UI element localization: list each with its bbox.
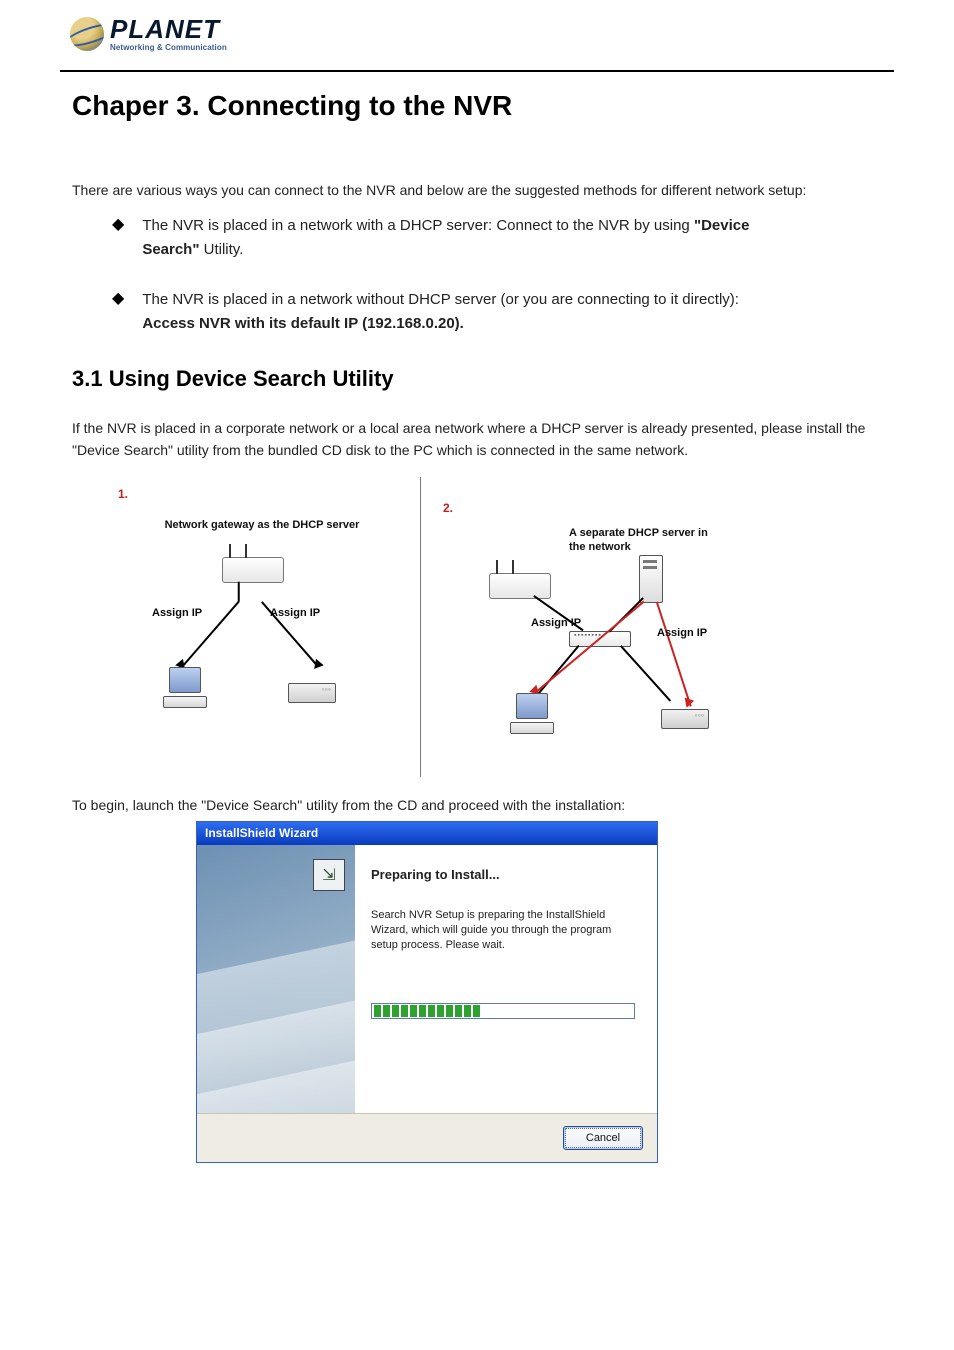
diamond-bullet-icon: ◆	[112, 288, 124, 310]
router-icon	[489, 573, 551, 599]
cancel-button[interactable]: Cancel	[563, 1126, 643, 1150]
pc-icon	[509, 693, 555, 733]
bullet-text-pre: The NVR is placed in a network with a DH…	[142, 217, 694, 234]
bullet-list: ◆ The NVR is placed in a network with a …	[112, 214, 894, 336]
logo-globe-icon	[70, 17, 104, 51]
window-footer: Cancel	[197, 1113, 657, 1162]
header-rule	[60, 70, 894, 72]
installshield-window: InstallShield Wizard ⇲ Preparing to Inst…	[196, 821, 658, 1163]
network-diagrams: 1. Network gateway as the DHCP server As…	[102, 477, 894, 777]
wizard-sidebar: ⇲	[197, 845, 355, 1113]
diagram-separator	[420, 477, 421, 777]
bullet-text-post: Utility.	[204, 241, 244, 258]
assign-ip-label: Assign IP	[657, 627, 707, 639]
nvr-icon	[661, 709, 709, 729]
bullet-text-pre: The NVR is placed in a network without D…	[142, 291, 739, 308]
assign-ip-label: Assign IP	[531, 617, 581, 629]
bullet-text-bold: Access NVR with its default IP (192.168.…	[142, 315, 464, 332]
diagram-caption: Network gateway as the DHCP server	[142, 519, 382, 533]
bullet-item: ◆ The NVR is placed in a network with a …	[112, 214, 894, 262]
server-icon	[639, 555, 663, 603]
nvr-icon	[288, 683, 336, 703]
intro-paragraph: There are various ways you can connect t…	[72, 182, 894, 198]
section-body: If the NVR is placed in a corporate netw…	[72, 418, 894, 461]
installer-caption: To begin, launch the "Device Search" uti…	[72, 797, 894, 813]
section-title: 3.1 Using Device Search Utility	[72, 366, 894, 392]
assign-ip-label: Assign IP	[152, 607, 202, 619]
diagram-2: 2. A separate DHCP server in the network…	[439, 477, 739, 777]
diagram-number: 1.	[118, 487, 128, 501]
installer-icon: ⇲	[313, 859, 345, 891]
assign-ip-label: Assign IP	[270, 607, 320, 619]
diagram-caption: A separate DHCP server in the network	[569, 527, 709, 555]
bullet-item: ◆ The NVR is placed in a network without…	[112, 288, 894, 336]
logo-tagline: Networking & Communication	[110, 44, 227, 52]
router-icon	[222, 557, 284, 583]
pc-icon	[162, 667, 208, 707]
installer-body: Search NVR Setup is preparing the Instal…	[371, 908, 641, 953]
window-titlebar: InstallShield Wizard	[197, 822, 657, 845]
diamond-bullet-icon: ◆	[112, 214, 124, 236]
diagram-1: 1. Network gateway as the DHCP server As…	[102, 477, 402, 777]
diagram-number: 2.	[443, 501, 453, 515]
chapter-title: Chaper 3. Connecting to the NVR	[72, 90, 894, 122]
logo: PLANET Networking & Communication	[70, 16, 894, 56]
progress-bar	[371, 1003, 635, 1019]
logo-word: PLANET	[110, 16, 227, 42]
window-title: InstallShield Wizard	[205, 826, 318, 840]
installer-heading: Preparing to Install...	[371, 867, 641, 882]
